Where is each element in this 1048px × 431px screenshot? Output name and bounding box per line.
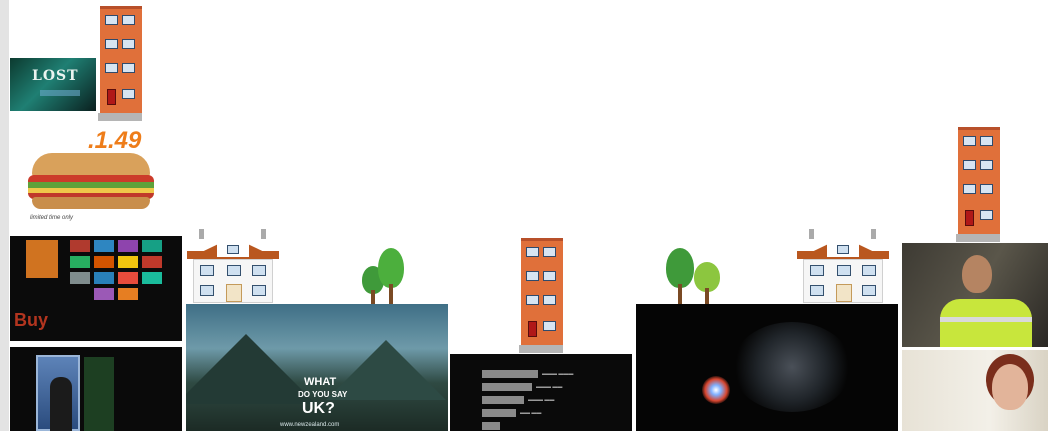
vest-stripe: [940, 317, 1032, 322]
thumbnail-lost[interactable]: LOST: [10, 58, 96, 111]
lost-logo-strip: [40, 90, 80, 96]
grid-tile: [94, 272, 114, 284]
thumbnail-buy-grid[interactable]: Buy: [10, 236, 182, 341]
hi-vis-vest: [940, 299, 1032, 347]
grid-tile: [94, 240, 114, 252]
grid-tile: [94, 288, 114, 300]
bar-label: ▬▬▬ ▬▬: [536, 384, 563, 390]
thumbnail-woman[interactable]: [902, 350, 1048, 431]
bar: [482, 396, 524, 404]
trees-icon: [666, 246, 724, 304]
thumbnail-landscape-ad[interactable]: WHAT DO YOU SAY UK? www.newzealand.com: [186, 304, 448, 431]
figure-silhouette: [50, 377, 72, 431]
house-icon: [187, 229, 279, 303]
bar: [482, 422, 500, 430]
grid-tile: [118, 256, 138, 268]
house-icon: [797, 229, 889, 303]
buy-text: Buy: [14, 310, 49, 330]
price-label: .1.49: [88, 127, 142, 154]
ad-url: www.newzealand.com: [280, 422, 340, 428]
lost-title: LOST: [32, 68, 79, 84]
bar-label: ▬▬▬ ▬▬: [528, 397, 555, 403]
apartment-building-icon: [519, 238, 563, 353]
apartment-building-icon: [956, 127, 1000, 242]
thumbnail-bar-chart[interactable]: ▬▬▬ ▬▬▬ ▬▬▬ ▬▬ ▬▬▬ ▬▬ ▬▬ ▬▬: [450, 354, 632, 431]
bar-label: ▬▬ ▬▬: [520, 410, 542, 416]
grid-tile: [118, 288, 138, 300]
ad-question-line3: UK?: [302, 400, 335, 417]
ad-question-line1: WHAT: [304, 376, 337, 388]
green-glow: [84, 357, 114, 431]
buy-box-orange: [26, 240, 58, 278]
face: [992, 364, 1028, 410]
apartment-building-icon: [98, 6, 142, 121]
grid-tile: [70, 240, 90, 252]
bar: [482, 409, 516, 417]
sandwich-note: limited time only: [30, 215, 74, 221]
grid-tile: [94, 256, 114, 268]
grid-tile: [118, 240, 138, 252]
thumbnail-window-scene[interactable]: [10, 347, 182, 431]
mountain: [186, 334, 316, 404]
face: [962, 255, 992, 293]
particle-cloud: [732, 322, 852, 412]
sandwich-bread-bottom: [32, 197, 150, 209]
thumbnail-space-explosion[interactable]: [636, 304, 898, 431]
trees-icon: [362, 246, 408, 304]
light-flare: [702, 376, 730, 404]
bar: [482, 370, 538, 378]
grid-tile: [118, 272, 138, 284]
bar: [482, 383, 532, 391]
bar-label: ▬▬▬ ▬▬▬: [542, 371, 574, 377]
grid-tile: [142, 240, 162, 252]
left-edge-strip: [0, 0, 9, 431]
sandwich-filling: [28, 175, 154, 199]
grid-tile: [142, 272, 162, 284]
thumbnail-worker[interactable]: [902, 243, 1048, 347]
ad-question-line2: DO YOU SAY: [298, 390, 348, 399]
grid-tile: [70, 256, 90, 268]
grid-tile: [142, 256, 162, 268]
thumbnail-sandwich[interactable]: .1.49 limited time only: [10, 123, 178, 231]
grid-tile: [70, 272, 90, 284]
